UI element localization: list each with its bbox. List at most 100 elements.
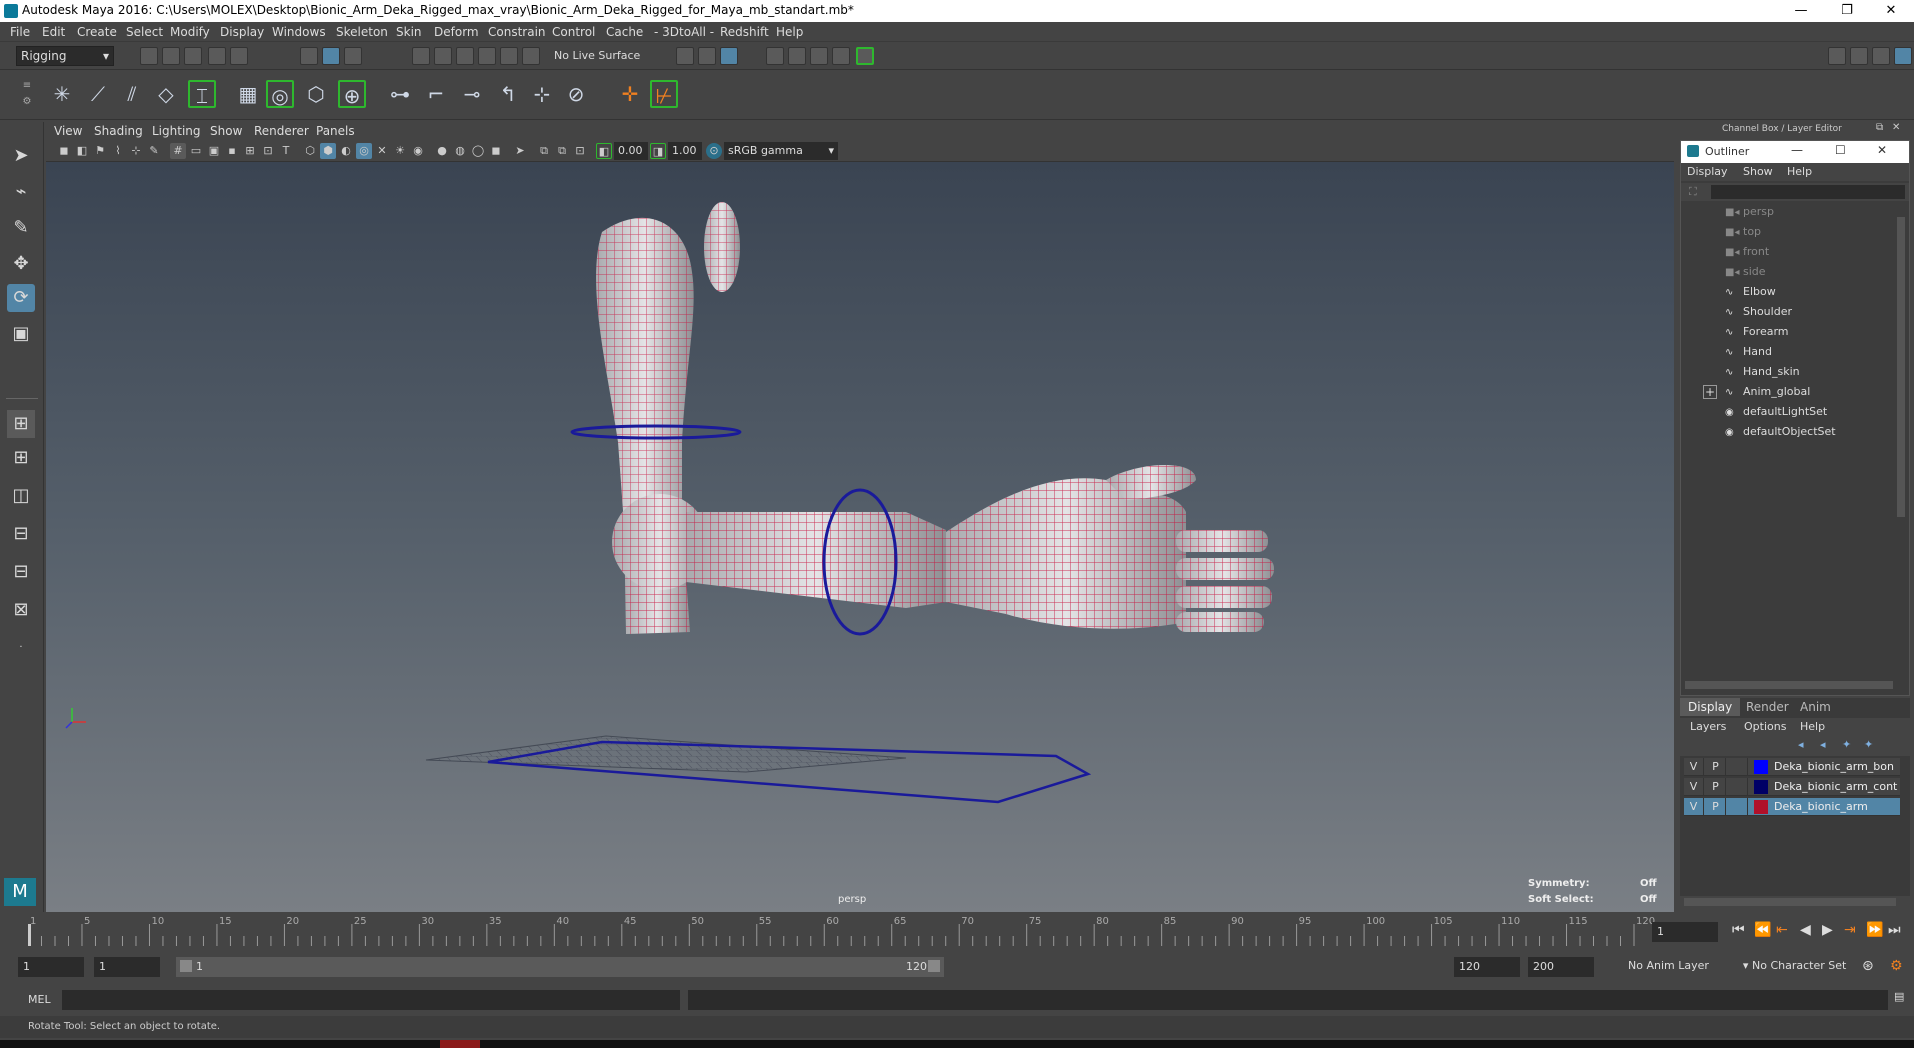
maximize-icon[interactable]: ☐: [1835, 143, 1846, 157]
play-forward-icon[interactable]: ▶: [1822, 922, 1833, 938]
exposure-icon[interactable]: ◧: [596, 143, 612, 159]
wire-icon[interactable]: ↰: [494, 80, 522, 108]
mirror-joint-icon[interactable]: ⫽: [118, 80, 146, 108]
move-layer-up-icon[interactable]: ◂: [1798, 738, 1804, 751]
taskbar-app[interactable]: [440, 1040, 480, 1048]
select-component-icon[interactable]: [344, 47, 362, 65]
sculpt-icon[interactable]: ⊹: [528, 80, 556, 108]
layer-color-swatch[interactable]: [1754, 760, 1768, 774]
layer-name[interactable]: Deka_bionic_arm: [1774, 800, 1898, 813]
xray-active-icon[interactable]: ⧉: [554, 143, 570, 159]
menu-select[interactable]: Select: [126, 25, 163, 39]
paint-select-icon[interactable]: ✎: [7, 214, 35, 242]
gate-mask-icon[interactable]: ▪: [224, 143, 240, 159]
close-icon[interactable]: ✕: [1877, 143, 1887, 157]
visibility-toggle[interactable]: V: [1684, 778, 1704, 796]
bind-skin-icon[interactable]: ▦: [234, 80, 262, 108]
start-time-field[interactable]: 1: [18, 957, 84, 977]
nonlinear-icon[interactable]: ⊘: [562, 80, 590, 108]
hypershade-icon[interactable]: [856, 47, 874, 65]
outliner-menu-help[interactable]: Help: [1787, 165, 1812, 178]
backface-icon[interactable]: ⊡: [572, 143, 588, 159]
close-icon[interactable]: ✕: [1892, 122, 1900, 133]
new-layer-icon[interactable]: ✦: [1842, 738, 1851, 751]
outliner-item-default-light-set[interactable]: ◉ defaultLightSet: [1725, 405, 1827, 423]
menu-skeleton[interactable]: Skeleton: [336, 25, 388, 39]
create-joint-icon[interactable]: ✳: [48, 80, 76, 108]
ik-handle-icon[interactable]: ⌶: [188, 80, 216, 108]
outliner-hscroll[interactable]: [1685, 681, 1893, 689]
menu-modify[interactable]: Modify: [170, 25, 210, 39]
layer-name[interactable]: Deka_bionic_arm_bon: [1774, 760, 1898, 773]
menu-constrain[interactable]: Constrain: [488, 25, 546, 39]
outliner-item-persp[interactable]: ■◂ persp: [1725, 205, 1774, 223]
layer-name[interactable]: Deka_bionic_arm_cont: [1774, 780, 1898, 793]
command-language[interactable]: MEL: [28, 993, 51, 1006]
2d-pan-icon[interactable]: ⊹: [128, 143, 144, 159]
paint-weights-icon[interactable]: ⬡: [302, 80, 330, 108]
outliner-item-shoulder[interactable]: ∿ Shoulder: [1725, 305, 1792, 323]
outliner-item-side[interactable]: ■◂ side: [1725, 265, 1766, 283]
gamma-field[interactable]: 1.00: [668, 142, 702, 160]
wrap-icon[interactable]: ⊸: [458, 80, 486, 108]
ipr-render-icon[interactable]: [810, 47, 828, 65]
shadows-icon[interactable]: ◉: [410, 143, 426, 159]
mode-dropdown[interactable]: Rigging ▾: [16, 46, 114, 66]
outliner-search-input[interactable]: [1711, 185, 1905, 199]
perspective-viewport[interactable]: persp Symmetry: Off Soft Select: Off: [46, 162, 1674, 912]
use-lights-icon[interactable]: ☀: [392, 143, 408, 159]
vp-menu-renderer[interactable]: Renderer: [254, 124, 309, 138]
menu-windows[interactable]: Windows: [272, 25, 326, 39]
depth-of-field-icon[interactable]: ◼: [488, 143, 504, 159]
move-tool-icon[interactable]: ✥: [7, 250, 35, 278]
snap-point-icon[interactable]: [456, 47, 474, 65]
playback-toggle[interactable]: P: [1706, 778, 1726, 796]
hypershade-layout-icon[interactable]: ⊠: [7, 596, 35, 624]
playback-toggle[interactable]: P: [1706, 798, 1726, 816]
outliner-item-front[interactable]: ■◂ front: [1725, 245, 1769, 263]
cluster-icon[interactable]: ⊶: [386, 80, 414, 108]
step-back-frame-icon[interactable]: ⇤: [1776, 922, 1788, 938]
menu-control[interactable]: Control: [552, 25, 595, 39]
tab-anim[interactable]: Anim: [1792, 698, 1839, 716]
minimize-icon[interactable]: —: [1791, 143, 1803, 157]
layer-menu-layers[interactable]: Layers: [1690, 720, 1726, 733]
color-space-dropdown[interactable]: sRGB gamma ▾: [724, 142, 838, 160]
select-hierarchy-icon[interactable]: [300, 47, 318, 65]
step-forward-key-icon[interactable]: ⏩: [1866, 922, 1883, 938]
camera-attr-icon[interactable]: ◧: [74, 143, 90, 159]
vp-menu-show[interactable]: Show: [210, 124, 242, 138]
anim-prefs-icon[interactable]: ⚙: [1890, 958, 1903, 974]
menu-edit[interactable]: Edit: [42, 25, 65, 39]
close-button[interactable]: ✕: [1868, 0, 1914, 22]
snap-curve-icon[interactable]: [434, 47, 452, 65]
redo-icon[interactable]: [230, 47, 248, 65]
visibility-toggle[interactable]: V: [1684, 758, 1704, 776]
live-surface-label[interactable]: No Live Surface: [554, 49, 640, 62]
visibility-toggle[interactable]: V: [1684, 798, 1704, 816]
graph-layout-icon[interactable]: ⊟: [7, 558, 35, 586]
safe-action-icon[interactable]: ⊡: [260, 143, 276, 159]
layer-row-mesh[interactable]: V P Deka_bionic_arm: [1684, 798, 1900, 816]
output-ops-icon[interactable]: [698, 47, 716, 65]
shelf-menu-icon[interactable]: ≡ ⚙: [20, 78, 34, 112]
resolution-gate-icon[interactable]: ▣: [206, 143, 222, 159]
menu-file[interactable]: File: [10, 25, 30, 39]
end-time-field[interactable]: 200: [1528, 957, 1594, 977]
outliner-item-anim-global[interactable]: ∿ Anim_global: [1725, 385, 1810, 403]
outliner-item-forearm[interactable]: ∿ Forearm: [1725, 325, 1789, 343]
lattice-icon[interactable]: ⌐: [422, 80, 450, 108]
layer-menu-help[interactable]: Help: [1800, 720, 1825, 733]
xray-joints-icon[interactable]: ⧉: [536, 143, 552, 159]
select-tool-icon[interactable]: ➤: [7, 142, 35, 170]
menu-skin[interactable]: Skin: [396, 25, 422, 39]
input-ops-icon[interactable]: [676, 47, 694, 65]
attribute-editor-icon[interactable]: [1850, 47, 1868, 65]
antialias-icon[interactable]: ◯: [470, 143, 486, 159]
undo-icon[interactable]: [208, 47, 226, 65]
outliner-layout-icon[interactable]: ⊟: [7, 520, 35, 548]
anim-layer-dropdown[interactable]: No Anim Layer ▾: [1604, 959, 1748, 972]
outliner-item-hand-skin[interactable]: ∿ Hand_skin: [1725, 365, 1800, 383]
menu-redshift[interactable]: Redshift: [720, 25, 769, 39]
xray-icon[interactable]: ✕: [374, 143, 390, 159]
